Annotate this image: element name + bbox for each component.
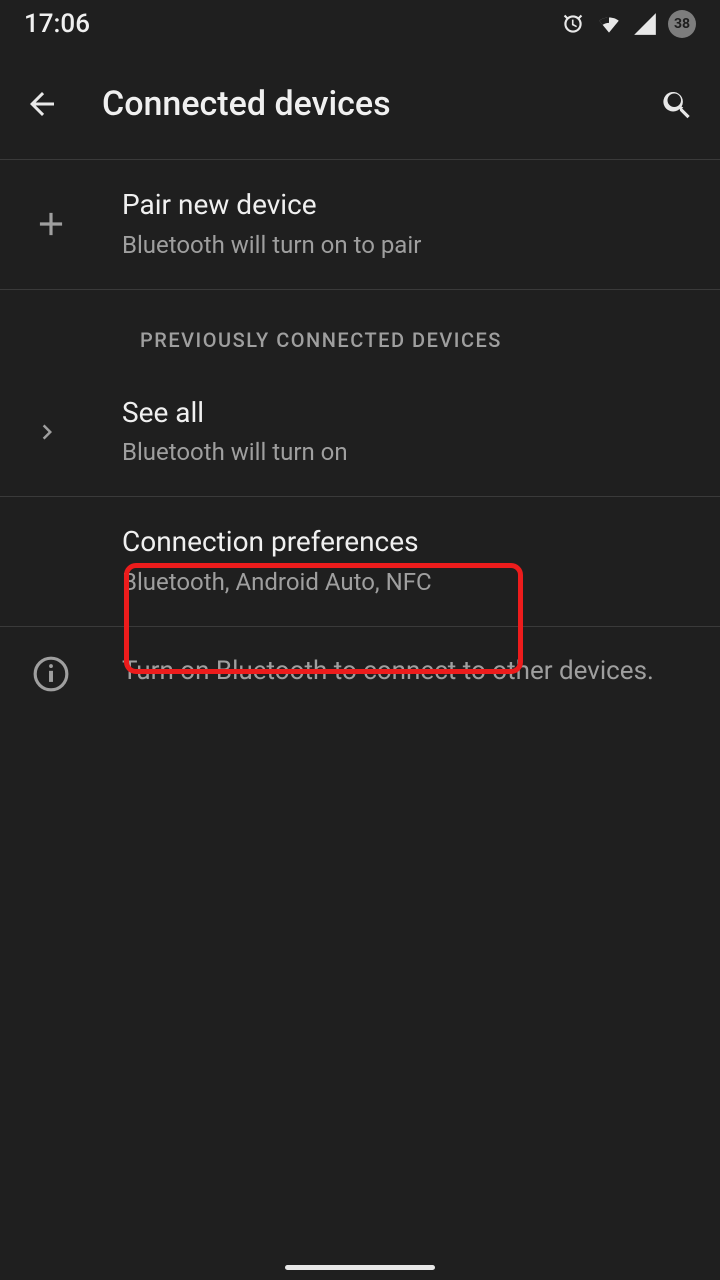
navigation-handle[interactable]: [285, 1265, 435, 1270]
see-all-subtitle: Bluetooth will turn on: [122, 435, 682, 470]
connection-preferences-item[interactable]: Connection preferences Bluetooth, Androi…: [0, 497, 720, 627]
page-title: Connected devices: [102, 84, 618, 124]
connection-preferences-subtitle: Bluetooth, Android Auto, NFC: [122, 565, 682, 600]
pair-title: Pair new device: [122, 186, 682, 224]
status-icons: 38: [560, 10, 696, 38]
pair-new-device-item[interactable]: Pair new device Bluetooth will turn on t…: [0, 160, 720, 290]
chevron-right-icon: [32, 417, 62, 447]
back-button[interactable]: [18, 80, 66, 128]
bluetooth-info-text: Turn on Bluetooth to connect to other de…: [122, 653, 684, 689]
alarm-icon: [560, 11, 586, 37]
battery-level: 38: [674, 16, 690, 32]
search-icon: [660, 86, 696, 122]
search-button[interactable]: [654, 80, 702, 128]
connection-preferences-title: Connection preferences: [122, 523, 682, 561]
section-header-previous: PREVIOUSLY CONNECTED DEVICES: [0, 290, 720, 368]
status-bar: 17:06 38: [0, 0, 720, 48]
plus-icon: [32, 205, 70, 243]
arrow-left-icon: [24, 86, 60, 122]
pair-subtitle: Bluetooth will turn on to pair: [122, 228, 682, 263]
see-all-item[interactable]: See all Bluetooth will turn on: [0, 368, 720, 498]
info-icon: [32, 655, 70, 693]
bluetooth-info-row: Turn on Bluetooth to connect to other de…: [0, 627, 720, 719]
app-bar: Connected devices: [0, 48, 720, 160]
see-all-title: See all: [122, 394, 682, 432]
wifi-icon: [596, 11, 622, 37]
cellular-signal-icon: [632, 11, 658, 37]
battery-icon: 38: [668, 10, 696, 38]
status-time: 17:06: [24, 9, 90, 39]
